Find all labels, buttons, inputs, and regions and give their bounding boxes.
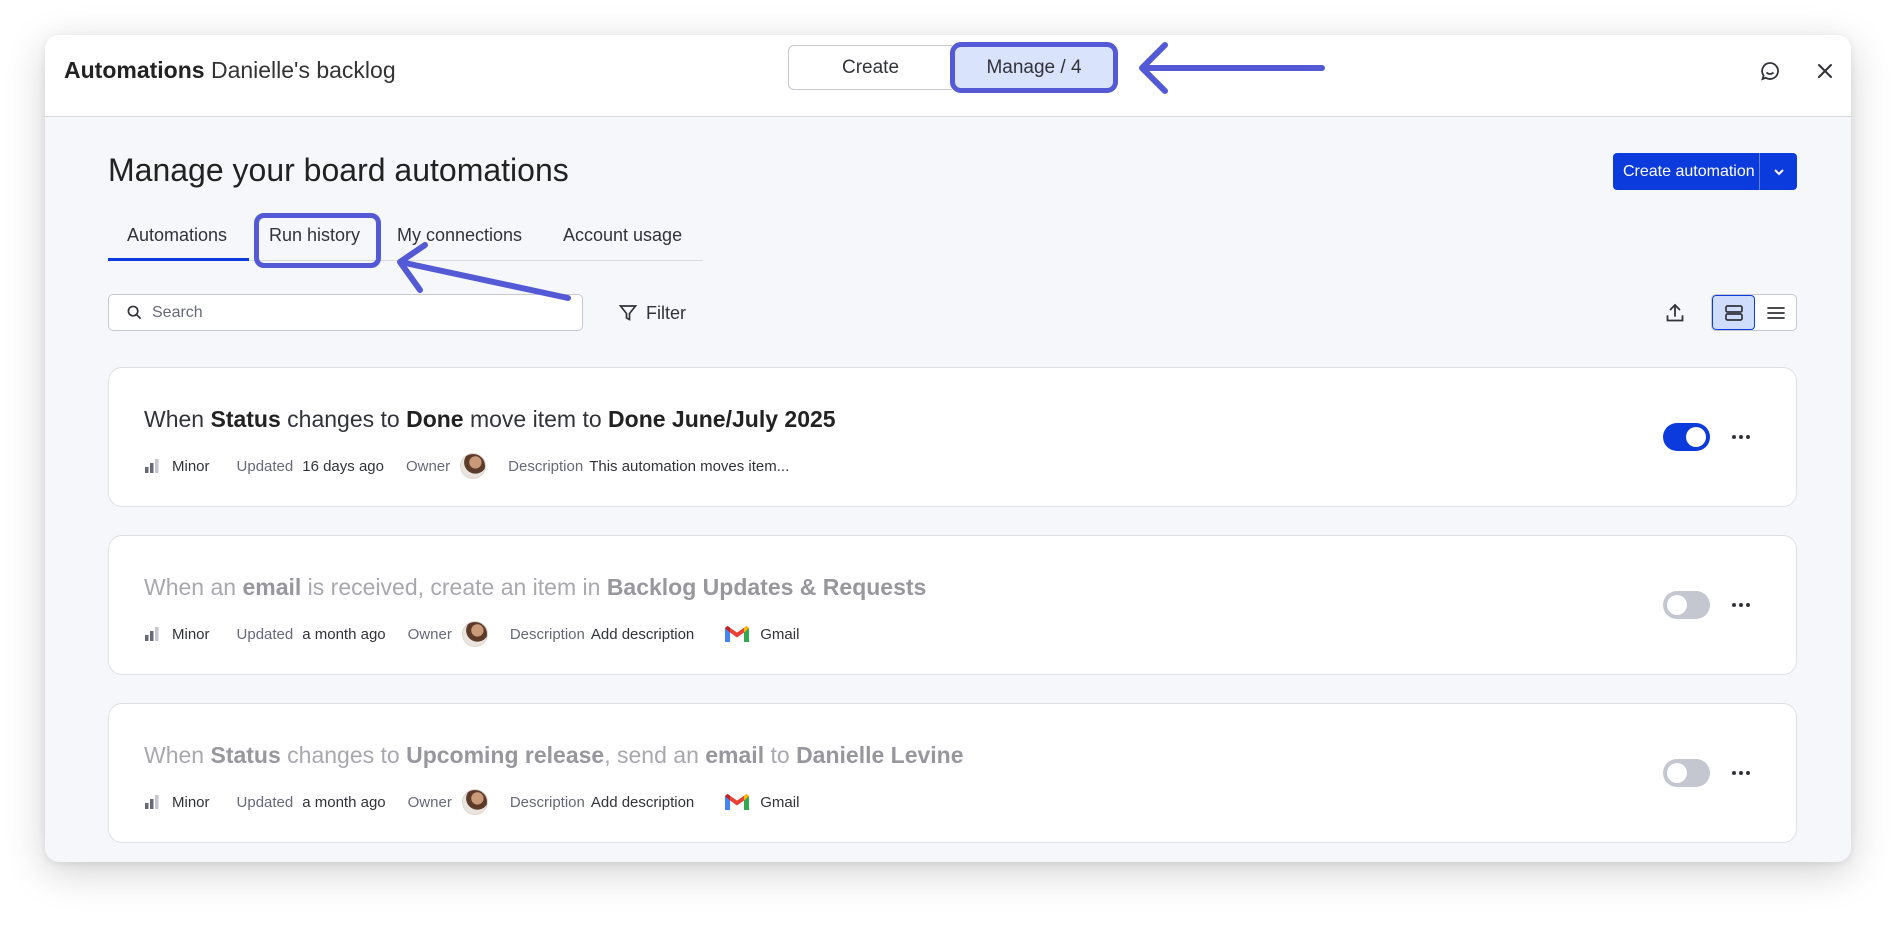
owner-label: Owner	[407, 625, 452, 643]
sentence-token-bold: Backlog Updates & Requests	[606, 574, 927, 600]
priority-label: Minor	[172, 457, 210, 475]
updated-value: a month ago	[302, 793, 386, 811]
priority-bars-icon	[145, 459, 159, 473]
automation-card[interactable]: When Status changes to Upcoming release,…	[108, 703, 1797, 843]
automation-meta: Minor Updated a month ago Owner Descript…	[144, 789, 799, 815]
more-options-icon[interactable]	[1726, 591, 1756, 619]
priority-label: Minor	[172, 625, 210, 643]
sentence-token: move item to	[463, 406, 609, 432]
search-icon	[127, 305, 142, 320]
filter-icon	[618, 305, 638, 321]
automation-sentence: When an email is received, create an ite…	[144, 574, 926, 601]
active-tab-indicator	[108, 258, 249, 261]
gmail-icon	[725, 794, 750, 810]
feedback-icon[interactable]	[1754, 55, 1786, 87]
sentence-token-bold: email	[242, 574, 302, 600]
sentence-token-bold: Danielle Levine	[796, 742, 964, 768]
updated-label: Updated	[236, 457, 294, 475]
updated-value: 16 days ago	[302, 457, 384, 475]
priority-bars-icon	[145, 795, 159, 809]
sentence-token: changes to	[280, 406, 407, 432]
sentence-token-bold: Status	[210, 406, 281, 432]
title-strong: Automations	[64, 57, 205, 83]
sentence-token: to	[764, 742, 797, 768]
create-automation-label: Create automation	[1623, 162, 1755, 180]
view-toggle	[1711, 294, 1797, 331]
create-segment-button[interactable]: Create	[788, 45, 952, 90]
description-value: Add description	[590, 625, 695, 643]
filter-label: Filter	[646, 302, 686, 323]
automation-sentence: When Status changes to Upcoming release,…	[144, 742, 964, 769]
create-automation-button[interactable]: Create automation	[1613, 153, 1797, 190]
owner-label: Owner	[407, 793, 452, 811]
search-placeholder: Search	[152, 303, 203, 321]
automation-card[interactable]: When an email is received, create an ite…	[108, 535, 1797, 675]
sentence-token-bold: email	[705, 742, 765, 768]
board-name: Danielle's backlog	[210, 57, 396, 83]
page-title: Manage your board automations	[108, 152, 569, 188]
search-input[interactable]: Search	[108, 294, 583, 331]
more-options-icon[interactable]	[1726, 759, 1756, 787]
sentence-token-bold: Status	[210, 742, 281, 768]
priority-label: Minor	[172, 793, 210, 811]
sentence-token-bold: Done	[406, 406, 464, 432]
description-label: Description	[509, 793, 585, 811]
chevron-down-icon[interactable]	[1760, 165, 1797, 179]
description-label: Description	[509, 625, 585, 643]
owner-label: Owner	[405, 457, 451, 475]
tab-account-usage[interactable]: Account usage	[563, 225, 682, 246]
sentence-token: changes to	[280, 742, 407, 768]
automation-sentence: When Status changes to Done move item to…	[144, 406, 836, 433]
filter-button[interactable]: Filter	[618, 297, 686, 329]
owner-avatar	[460, 453, 487, 479]
tab-my-connections[interactable]: My connections	[397, 225, 522, 246]
gmail-icon	[725, 626, 750, 642]
updated-label: Updated	[236, 793, 294, 811]
sentence-token: When	[144, 406, 211, 432]
modal-header: Automations Danielle's backlog Create Ma…	[45, 35, 1851, 117]
description-label: Description	[508, 457, 584, 475]
description-value: This automation moves item...	[589, 457, 790, 475]
automation-toggle[interactable]	[1663, 591, 1710, 619]
updated-value: a month ago	[302, 625, 386, 643]
close-icon[interactable]	[1809, 55, 1841, 87]
automation-toggle[interactable]	[1663, 759, 1710, 787]
manage-segment-button[interactable]: Manage / 4	[950, 42, 1118, 93]
integration-name: Gmail	[760, 625, 800, 643]
sentence-token-bold: Upcoming release	[406, 742, 605, 768]
sentence-token: is received, create an item in	[301, 574, 607, 600]
description-value: Add description	[590, 793, 695, 811]
tab-automations[interactable]: Automations	[127, 225, 227, 246]
automation-toggle[interactable]	[1663, 423, 1710, 451]
priority-bars-icon	[145, 627, 159, 641]
owner-avatar	[461, 789, 488, 815]
sentence-token-bold: Done June/July 2025	[608, 406, 836, 432]
automation-meta: Minor Updated 16 days ago Owner Descript…	[144, 453, 789, 479]
modal-title: Automations Danielle's backlog	[64, 55, 396, 85]
updated-label: Updated	[236, 625, 294, 643]
export-icon[interactable]	[1658, 296, 1692, 330]
owner-avatar	[461, 621, 488, 647]
more-options-icon[interactable]	[1726, 423, 1756, 451]
sentence-token: When an	[144, 574, 243, 600]
sentence-token: , send an	[604, 742, 706, 768]
automation-meta: Minor Updated a month ago Owner Descript…	[144, 621, 799, 647]
automations-modal: Automations Danielle's backlog Create Ma…	[45, 35, 1851, 862]
run-history-highlight	[254, 213, 381, 268]
sentence-token: When	[144, 742, 211, 768]
integration-name: Gmail	[760, 793, 800, 811]
automation-card[interactable]: When Status changes to Done move item to…	[108, 367, 1797, 507]
list-view-icon[interactable]	[1755, 295, 1796, 330]
integration: Gmail	[724, 624, 799, 644]
integration: Gmail	[724, 792, 799, 812]
card-view-icon[interactable]	[1712, 295, 1755, 330]
